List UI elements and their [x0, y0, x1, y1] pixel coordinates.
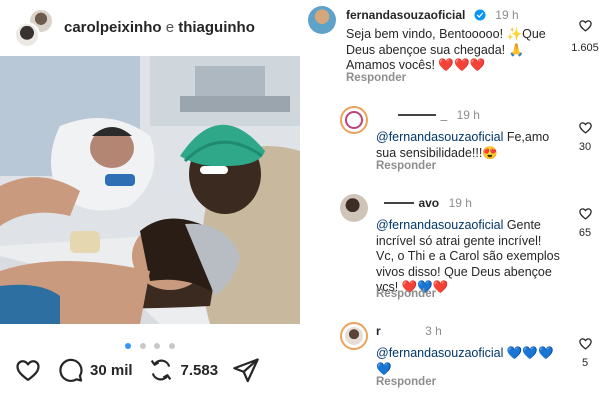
comment-text: Seja bem vindo, Bentooooo! ✨Que Deus abe…: [346, 27, 556, 74]
heart-icon: [578, 338, 592, 350]
comment-line: vivos disso! Que Deus abençoe: [376, 264, 552, 279]
post: carolpeixinho e thiaguinho 30 mil 7.583: [0, 0, 300, 400]
avatar[interactable]: [308, 6, 336, 34]
redacted-username: [384, 201, 414, 204]
reply-button[interactable]: Responder: [346, 72, 406, 84]
comment-like-count: 5: [581, 357, 589, 369]
comment-time: 19 h: [448, 196, 472, 210]
comment-like-count: 30: [578, 141, 592, 153]
comment-text: @fernandasouzaoficial Fe,amo sua sensibi…: [376, 130, 566, 161]
comment-line: Vc, o Thi e a Carol são exemplos: [376, 249, 560, 263]
comment-username[interactable]: r: [376, 324, 381, 338]
comment-button[interactable]: 30 mil: [56, 356, 133, 384]
comment-like-count: 1.605: [571, 42, 599, 54]
reposts-count: 7.583: [180, 361, 219, 379]
comments-panel: fernandasouzaoficial 19 h Seja bem vindo…: [300, 0, 600, 400]
comment-reply: avo 19 h @fernandasouzaoficial Gente inc…: [376, 194, 566, 296]
comment-text: @fernandasouzaoficial 💙💙💙 💙: [376, 346, 566, 377]
comment-line: Fe,amo: [503, 130, 550, 144]
post-authors: carolpeixinho e thiaguinho: [64, 19, 255, 36]
comment-like-button[interactable]: [576, 120, 594, 135]
repost-button[interactable]: 7.583: [147, 356, 219, 384]
carousel-indicator: [0, 336, 300, 354]
mention-link[interactable]: @fernandasouzaoficial: [376, 130, 503, 144]
comment-line: incrível só atrai gente incrível!: [376, 233, 542, 248]
avatar[interactable]: [14, 22, 40, 48]
share-button[interactable]: [232, 356, 260, 384]
comment-reply: r 3 h @fernandasouzaoficial 💙💙💙 💙: [376, 322, 566, 377]
carousel-dot: [139, 343, 146, 349]
comment-username[interactable]: _: [440, 108, 447, 122]
comment-time: 3 h: [425, 324, 442, 338]
post-actions: 30 mil 7.583: [14, 356, 274, 384]
comments-count: 30 mil: [90, 361, 133, 379]
avatar[interactable]: [340, 106, 368, 134]
avatar[interactable]: [340, 194, 368, 222]
comment-line: 💙: [376, 361, 392, 376]
carousel-dot: [154, 343, 161, 349]
comment-like-count: 65: [578, 227, 592, 239]
carousel-dot: [125, 343, 132, 349]
comment-line: Seja bem vindo, Bentooooo! ✨Que: [346, 27, 546, 41]
reply-button[interactable]: Responder: [376, 160, 436, 172]
author-separator: e: [165, 19, 175, 36]
comment-line: 💙💙💙: [503, 346, 554, 360]
share-icon: [233, 358, 259, 383]
heart-icon: [578, 20, 592, 32]
comment-line: Deus abençoe sua chegada! 🙏: [346, 42, 525, 57]
heart-icon: [16, 360, 40, 382]
comment-line: Gente: [503, 218, 541, 232]
heart-icon: [578, 208, 592, 220]
carousel-dot: [168, 343, 175, 349]
comment-like-button[interactable]: [576, 206, 594, 221]
reply-button[interactable]: Responder: [376, 288, 436, 300]
comment-main: fernandasouzaoficial 19 h Seja bem vindo…: [346, 6, 556, 74]
reply-button[interactable]: Responder: [376, 376, 436, 388]
comment-like-button[interactable]: [576, 18, 594, 33]
comment-time: 19 h: [456, 108, 480, 122]
comment-username[interactable]: fernandasouzaoficial: [346, 8, 465, 22]
author-username[interactable]: carolpeixinho: [64, 19, 162, 36]
verified-icon: [474, 9, 486, 21]
comment-like-button[interactable]: [576, 336, 594, 351]
mention-link[interactable]: @fernandasouzaoficial: [376, 346, 503, 360]
comment-line: sua sensibilidade!!!😍: [376, 145, 498, 160]
comment-text: @fernandasouzaoficial Gente incrível só …: [376, 218, 566, 296]
post-photo-image: [0, 56, 300, 324]
repost-icon: [150, 359, 171, 381]
author-username[interactable]: thiaguinho: [178, 19, 255, 36]
post-photo[interactable]: [0, 56, 300, 324]
comment-icon: [59, 358, 83, 382]
like-button[interactable]: [14, 356, 42, 384]
comment-time: 19 h: [495, 8, 519, 22]
post-header: carolpeixinho e thiaguinho: [0, 0, 300, 56]
heart-icon: [578, 122, 592, 134]
comment-username[interactable]: avo: [418, 196, 439, 210]
mention-link[interactable]: @fernandasouzaoficial: [376, 218, 503, 232]
collab-avatars[interactable]: [14, 8, 56, 50]
redacted-username: [398, 113, 436, 116]
avatar[interactable]: [340, 322, 368, 350]
comment-reply: _ 19 h @fernandasouzaoficial Fe,amo sua …: [376, 106, 566, 161]
